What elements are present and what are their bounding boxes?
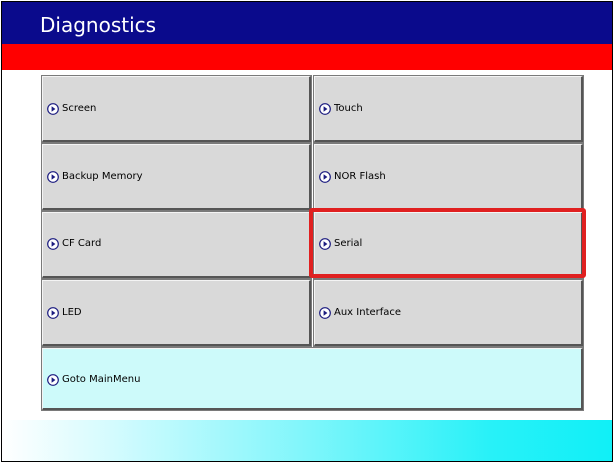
aux-interface-button[interactable]: Aux Interface	[313, 279, 584, 347]
backup-memory-button-label: Backup Memory	[62, 171, 143, 182]
touch-button-label: Touch	[334, 103, 363, 114]
right-arrow-circle-icon	[47, 374, 59, 386]
right-arrow-circle-icon	[319, 171, 331, 183]
nor-flash-button-label: NOR Flash	[334, 171, 386, 182]
cf-card-button[interactable]: CF Card	[41, 211, 312, 279]
title-bar: Diagnostics	[2, 2, 612, 44]
right-arrow-circle-icon	[47, 103, 59, 115]
serial-button[interactable]: Serial	[313, 211, 584, 279]
right-arrow-circle-icon	[319, 238, 331, 250]
right-arrow-circle-icon	[47, 238, 59, 250]
right-arrow-circle-icon	[47, 307, 59, 319]
screen-button[interactable]: Screen	[41, 75, 312, 143]
accent-band	[2, 44, 612, 70]
aux-interface-button-label: Aux Interface	[334, 307, 402, 318]
led-button[interactable]: LED	[41, 279, 312, 347]
nor-flash-button[interactable]: NOR Flash	[313, 143, 584, 211]
led-button-label: LED	[62, 307, 82, 318]
right-arrow-circle-icon	[47, 171, 59, 183]
right-arrow-circle-icon	[319, 307, 331, 319]
right-arrow-circle-icon	[319, 103, 331, 115]
cf-card-button-label: CF Card	[62, 238, 102, 249]
page-title: Diagnostics	[40, 13, 157, 37]
screen-button-label: Screen	[62, 103, 97, 114]
touch-button[interactable]: Touch	[313, 75, 584, 143]
diagnostics-screen: Diagnostics Screen Touch Backup Memory N…	[1, 1, 613, 462]
footer-gradient	[2, 420, 612, 461]
goto-mainmenu-button-label: Goto MainMenu	[62, 374, 141, 385]
goto-mainmenu-button[interactable]: Goto MainMenu	[41, 347, 584, 411]
backup-memory-button[interactable]: Backup Memory	[41, 143, 312, 211]
serial-button-label: Serial	[334, 238, 363, 249]
